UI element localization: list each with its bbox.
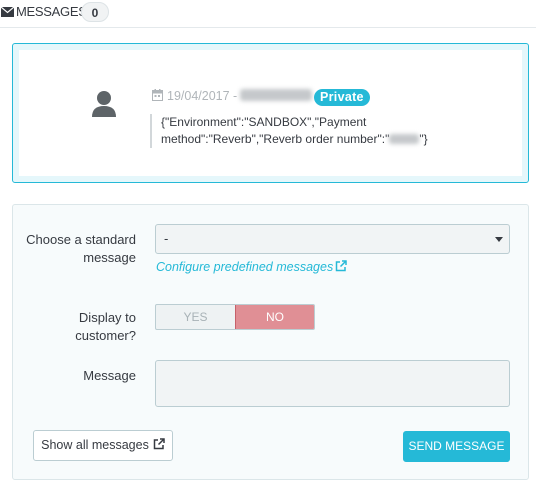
message-body-end: "}	[419, 132, 428, 146]
new-message-form: Choose a standard message - Configure pr…	[12, 204, 529, 480]
toggle-yes-option[interactable]: YES	[156, 305, 235, 329]
external-link-icon	[335, 260, 347, 272]
show-all-messages-button[interactable]: Show all messages	[33, 430, 173, 461]
standard-message-value: -	[164, 231, 169, 246]
external-link-icon	[153, 438, 165, 450]
message-textarea[interactable]	[155, 360, 510, 407]
display-to-customer-toggle: YES NO	[155, 304, 315, 330]
redacted-employee-name	[240, 89, 313, 101]
send-message-button[interactable]: SEND MESSAGE	[403, 431, 510, 462]
messages-title: MESSAGES	[16, 4, 87, 19]
redacted-order-number	[389, 134, 420, 144]
message-label: Message	[83, 368, 136, 383]
message-date: 19/04/2017 -	[167, 89, 238, 103]
message-count-badge: 0	[81, 2, 109, 22]
message-body: {"Environment":"SANDBOX","Payment method…	[150, 114, 461, 148]
user-icon	[92, 91, 116, 117]
configure-link-label: Configure predefined messages	[156, 260, 334, 274]
message-meta: 19/04/2017 -	[152, 89, 313, 103]
private-badge: Private	[314, 89, 370, 106]
standard-message-select[interactable]: -	[155, 224, 510, 254]
standard-message-label: Choose a standard message	[26, 232, 136, 265]
toggle-no-option[interactable]: NO	[235, 305, 314, 329]
calendar-icon	[152, 89, 163, 101]
message-body-text: {"Environment":"SANDBOX","Payment method…	[161, 115, 390, 146]
message-thread-panel: 19/04/2017 - Private {"Environment":"SAN…	[12, 43, 529, 183]
envelope-icon	[1, 7, 14, 17]
chevron-down-icon	[495, 237, 503, 242]
configure-messages-link[interactable]: Configure predefined messages	[156, 260, 347, 274]
message-item: 19/04/2017 - Private {"Environment":"SAN…	[19, 50, 522, 176]
messages-header: MESSAGES 0	[0, 0, 536, 28]
show-all-messages-label: Show all messages	[41, 438, 149, 452]
display-to-customer-label: Display to customer?	[75, 310, 136, 343]
